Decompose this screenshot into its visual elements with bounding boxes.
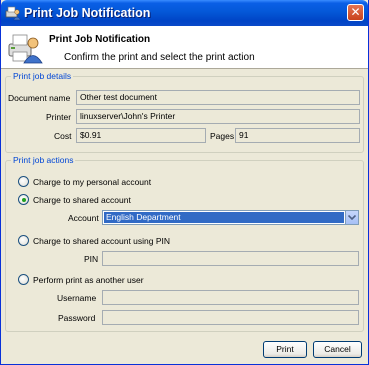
close-icon: ✕ — [350, 5, 361, 19]
radio-button[interactable] — [18, 274, 29, 285]
header-banner: Print Job Notification Confirm the print… — [1, 26, 368, 69]
document-name-field[interactable]: Other test document — [76, 90, 360, 105]
header-title: Print Job Notification — [49, 34, 151, 45]
radio-shared-account-pin-label: Charge to shared account using PIN — [33, 236, 171, 246]
title-bar[interactable]: Print Job Notification ✕ — [1, 0, 368, 26]
chevron-down-icon — [348, 215, 356, 220]
print-job-details-group: Print job details Document name Other te… — [5, 71, 364, 153]
printer-user-icon — [5, 6, 21, 21]
print-job-dialog: Print Job Notification ✕ Print Job Notif… — [0, 0, 369, 365]
pages-field[interactable]: 91 — [235, 128, 360, 143]
print-job-actions-group: Print job actions Charge to my personal … — [5, 155, 364, 332]
printer-field[interactable]: linuxserver\John's Printer — [76, 109, 360, 124]
pin-label: PIN — [84, 254, 99, 264]
close-button[interactable]: ✕ — [347, 4, 364, 21]
password-field[interactable] — [102, 310, 359, 325]
cost-field[interactable]: $0.91 — [76, 128, 206, 143]
cost-label: Cost — [54, 131, 72, 141]
header-subtitle: Confirm the print and select the print a… — [64, 52, 255, 63]
radio-button[interactable] — [18, 235, 29, 246]
window-title: Print Job Notification — [24, 6, 151, 20]
print-button[interactable]: Print — [263, 341, 307, 358]
username-label: Username — [57, 293, 97, 303]
account-select[interactable]: English Department — [102, 210, 359, 225]
password-label: Password — [58, 313, 96, 323]
printer-label: Printer — [46, 112, 72, 122]
printer-user-large-icon — [8, 34, 43, 64]
document-name-label: Document name — [8, 93, 71, 103]
pin-field[interactable] — [102, 251, 359, 266]
pages-label: Pages — [210, 131, 235, 141]
account-label: Account — [68, 213, 99, 223]
actions-group-title: Print job actions — [11, 155, 76, 165]
radio-personal-account-label: Charge to my personal account — [33, 177, 152, 187]
cancel-button[interactable]: Cancel — [313, 341, 362, 358]
radio-another-user-label: Perform print as another user — [33, 275, 144, 285]
username-field[interactable] — [102, 290, 359, 305]
radio-button[interactable] — [18, 176, 29, 187]
radio-button-selected[interactable] — [18, 194, 29, 205]
details-group-title: Print job details — [11, 71, 74, 81]
dropdown-arrow-button[interactable] — [345, 211, 358, 224]
account-select-value: English Department — [104, 212, 344, 223]
radio-dot — [21, 197, 26, 202]
radio-shared-account-label: Charge to shared account — [33, 195, 131, 205]
